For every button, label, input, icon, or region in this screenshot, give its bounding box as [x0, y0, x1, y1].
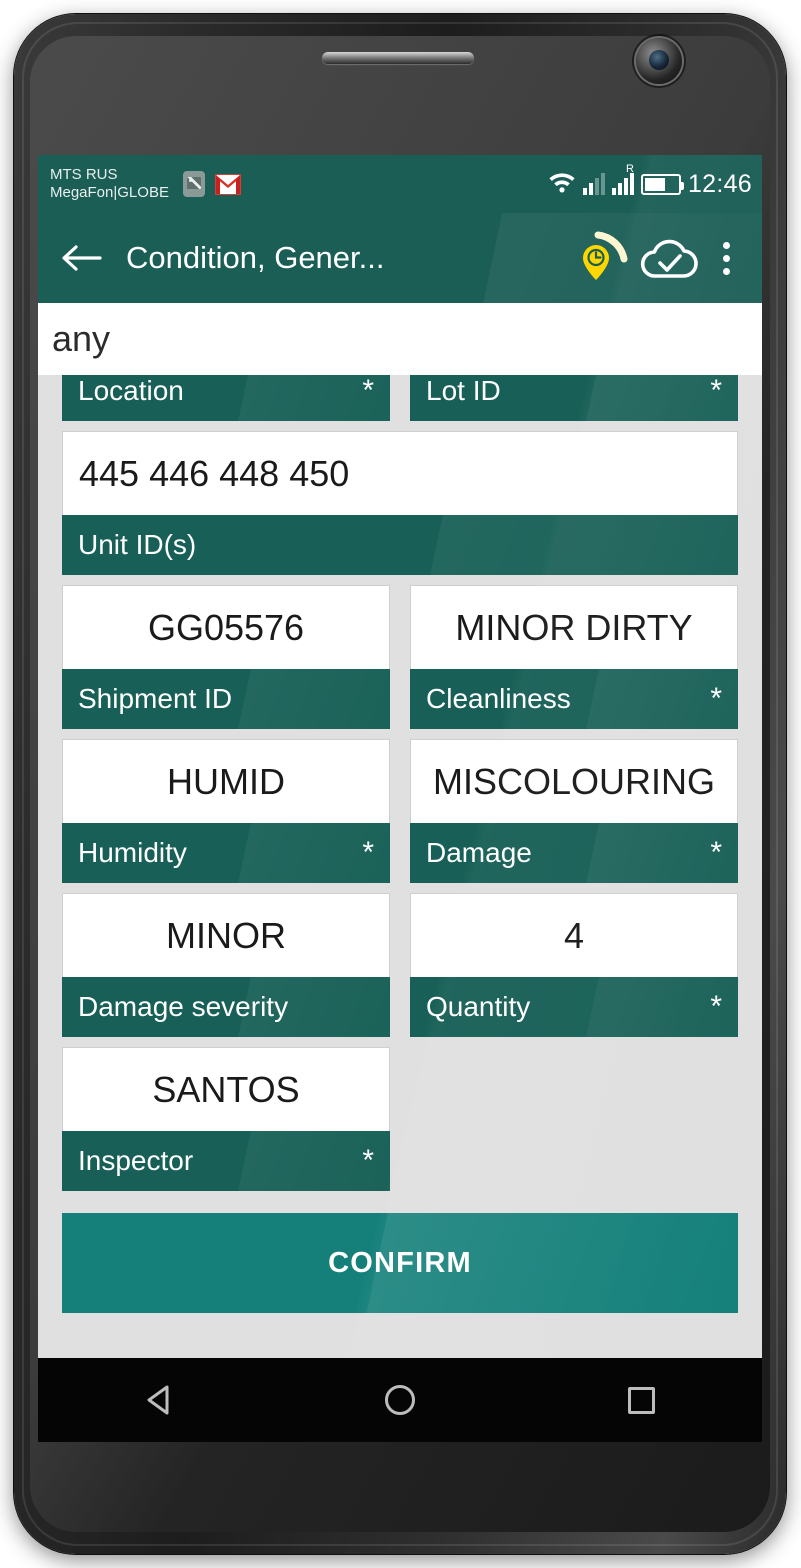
gmail-icon: [214, 173, 241, 195]
field-label: Humidity *: [62, 823, 390, 883]
status-clock: 12:46: [687, 169, 752, 198]
form-row: 445 446 448 450 Unit ID(s): [38, 431, 762, 575]
field-quantity[interactable]: 4 Quantity *: [410, 893, 738, 1037]
confirm-button-label: CONFIRM: [328, 1246, 472, 1279]
status-indicators: R 12:46: [548, 164, 752, 199]
field-value[interactable]: MISCOLOURING: [410, 739, 738, 823]
app-bar: Condition, Gener...: [38, 213, 762, 303]
confirm-button-wrap: CONFIRM: [38, 1191, 762, 1313]
field-cleanliness[interactable]: MINOR DIRTY Cleanliness *: [410, 585, 738, 729]
nav-home-icon[interactable]: [345, 1368, 455, 1432]
earpiece-speaker: [322, 52, 474, 64]
field-label-text: Location: [78, 375, 184, 406]
form-row-clipped: Location * Lot ID *: [38, 375, 762, 421]
required-marker: *: [710, 836, 722, 869]
form-row: SANTOS Inspector *: [38, 1047, 762, 1191]
field-value[interactable]: 445 446 448 450: [62, 431, 738, 515]
notification-icons: [182, 171, 241, 197]
field-label-text: Damage: [426, 837, 532, 868]
confirm-button[interactable]: CONFIRM: [62, 1213, 738, 1313]
screenshot-root: MTS RUS MegaFon|GLOBE R 12:46 Condition,…: [0, 0, 801, 1568]
page-title: Condition, Gener...: [126, 240, 385, 275]
field-value[interactable]: MINOR DIRTY: [410, 585, 738, 669]
search-field[interactable]: any: [38, 303, 762, 375]
carrier-label: MTS RUS MegaFon|GLOBE: [50, 166, 169, 202]
wifi-icon: [548, 171, 576, 198]
android-nav-bar: [38, 1358, 762, 1442]
field-label-text: Humidity: [78, 837, 187, 868]
field-label-text: Quantity: [426, 991, 531, 1022]
phone-screen: MTS RUS MegaFon|GLOBE R 12:46 Condition,…: [38, 155, 762, 1433]
field-damage[interactable]: MISCOLOURING Damage *: [410, 739, 738, 883]
field-inspector[interactable]: SANTOS Inspector *: [62, 1047, 390, 1191]
field-value[interactable]: HUMID: [62, 739, 390, 823]
field-shipment-id[interactable]: GG05576 Shipment ID: [62, 585, 390, 729]
required-marker: *: [710, 682, 722, 715]
form-area: Location * Lot ID * 445 446 448 450 Unit…: [38, 375, 762, 1313]
field-label: Shipment ID: [62, 669, 390, 729]
field-label-text: Unit ID(s): [78, 529, 197, 560]
field-label: Quantity *: [410, 977, 738, 1037]
field-value[interactable]: SANTOS: [62, 1047, 390, 1131]
front-camera: [636, 38, 682, 84]
field-unit-ids[interactable]: 445 446 448 450 Unit ID(s): [62, 431, 738, 575]
field-lot-id[interactable]: Lot ID *: [410, 375, 738, 421]
field-label-text: Cleanliness: [426, 683, 571, 714]
field-value[interactable]: 4: [410, 893, 738, 977]
signal-bars-roaming-icon: R: [611, 164, 634, 195]
nav-recents-icon[interactable]: [586, 1368, 696, 1432]
image-icon: [182, 171, 205, 197]
required-marker: *: [362, 1144, 374, 1177]
cloud-check-icon[interactable]: [638, 227, 700, 289]
field-label: Damage *: [410, 823, 738, 883]
field-label-text: Inspector: [78, 1145, 194, 1176]
search-input[interactable]: any: [52, 318, 110, 360]
label-glare: [228, 669, 390, 729]
field-label-text: Shipment ID: [78, 683, 233, 714]
field-location[interactable]: Location *: [62, 375, 390, 421]
field-label-text: Lot ID: [426, 375, 501, 406]
label-glare: [419, 515, 738, 575]
field-damage-severity[interactable]: MINOR Damage severity: [62, 893, 390, 1037]
roaming-badge: R: [625, 163, 634, 175]
required-marker: *: [710, 375, 722, 407]
carrier-line-1: MTS RUS: [50, 166, 118, 183]
status-bar: MTS RUS MegaFon|GLOBE R 12:46: [38, 155, 762, 213]
field-humidity[interactable]: HUMID Humidity *: [62, 739, 390, 883]
required-marker: *: [362, 836, 374, 869]
form-row: MINOR Damage severity 4 Quantity *: [38, 893, 762, 1037]
field-value[interactable]: MINOR: [62, 893, 390, 977]
form-row: GG05576 Shipment ID MINOR DIRTY Cleanlin…: [38, 585, 762, 729]
back-arrow-icon[interactable]: [54, 231, 108, 285]
signal-bars-icon: [582, 173, 605, 195]
field-label: Location *: [62, 375, 390, 421]
required-marker: *: [362, 375, 374, 407]
overflow-menu-icon[interactable]: [704, 227, 748, 289]
field-label: Cleanliness *: [410, 669, 738, 729]
nav-back-icon[interactable]: [104, 1368, 214, 1432]
field-label: Inspector *: [62, 1131, 390, 1191]
field-value[interactable]: GG05576: [62, 585, 390, 669]
required-marker: *: [710, 990, 722, 1023]
form-row: HUMID Humidity * MISCOLOURING Damage *: [38, 739, 762, 883]
carrier-line-2: MegaFon|GLOBE: [50, 184, 169, 201]
field-label-text: Damage severity: [78, 991, 289, 1022]
location-pin-clock-icon[interactable]: [572, 227, 634, 289]
field-label: Lot ID *: [410, 375, 738, 421]
battery-icon: [640, 173, 684, 195]
field-label: Damage severity: [62, 977, 390, 1037]
field-label: Unit ID(s): [62, 515, 738, 575]
